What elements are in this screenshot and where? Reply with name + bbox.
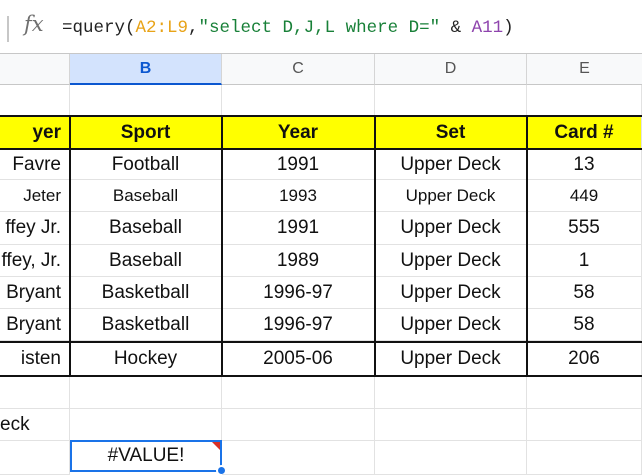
- table-cell-d4[interactable]: Upper Deck: [375, 180, 527, 212]
- formula-input[interactable]: =query(A2:L9,"select D,J,L where D=" & A…: [62, 18, 514, 38]
- table-cell-b3[interactable]: Football: [70, 150, 222, 180]
- error-indicator-icon: [212, 442, 220, 450]
- table-cell-e9[interactable]: 206: [527, 342, 642, 376]
- function-icon: fx: [24, 12, 44, 36]
- column-header-b[interactable]: B: [70, 54, 222, 85]
- cell-c1[interactable]: [222, 85, 375, 117]
- cell-e10[interactable]: [527, 377, 642, 409]
- table-cell-d7[interactable]: Upper Deck: [375, 277, 527, 309]
- cell-a12[interactable]: [0, 441, 70, 475]
- cell-d10[interactable]: [375, 377, 527, 409]
- formula-token: "select D,J,L where D=": [198, 18, 441, 38]
- formula-token: A2:L9: [135, 18, 189, 38]
- table-cell-a3[interactable]: Favre: [0, 150, 70, 180]
- table-cell-c3[interactable]: 1991: [222, 150, 375, 180]
- column-divider: [374, 115, 376, 377]
- table-cell-c8[interactable]: 1996-97: [222, 309, 375, 341]
- table-cell-b4[interactable]: Baseball: [70, 180, 222, 212]
- table-cell-b9[interactable]: Hockey: [70, 342, 222, 376]
- cell-e12[interactable]: [527, 441, 642, 475]
- formula-token: A11: [471, 18, 504, 38]
- cell-b10[interactable]: [70, 377, 222, 409]
- column-header-c[interactable]: C: [222, 54, 375, 85]
- table-cell-a7[interactable]: Bryant: [0, 277, 70, 309]
- table-header-e[interactable]: Card #: [527, 117, 642, 149]
- column-divider: [526, 115, 528, 377]
- cell-c10[interactable]: [222, 377, 375, 409]
- cell-c12[interactable]: [222, 441, 375, 475]
- table-cell-a6[interactable]: ffey, Jr.: [0, 245, 70, 277]
- formula-token: =query(: [62, 18, 136, 38]
- cell-d1[interactable]: [375, 85, 527, 117]
- table-cell-a5[interactable]: ffey Jr.: [0, 212, 70, 245]
- table-cell-c4[interactable]: 1993: [222, 180, 375, 212]
- table-cell-b6[interactable]: Baseball: [70, 245, 222, 277]
- table-header-a[interactable]: yer: [0, 117, 70, 149]
- cell-d12[interactable]: [375, 441, 527, 475]
- table-cell-c9[interactable]: 2005-06: [222, 342, 375, 376]
- cell-e11[interactable]: [527, 409, 642, 441]
- column-divider: [221, 115, 223, 377]
- table-cell-a8[interactable]: Bryant: [0, 309, 70, 341]
- selected-cell-b12[interactable]: #VALUE!: [70, 440, 222, 472]
- cell-e1[interactable]: [527, 85, 642, 117]
- table-cell-d3[interactable]: Upper Deck: [375, 150, 527, 180]
- table-cell-a9[interactable]: isten: [0, 342, 70, 376]
- table-cell-e6[interactable]: 1: [527, 245, 642, 277]
- table-cell-d9[interactable]: Upper Deck: [375, 342, 527, 376]
- table-cell-b7[interactable]: Basketball: [70, 277, 222, 309]
- table-header-c[interactable]: Year: [222, 117, 375, 149]
- table-cell-e5[interactable]: 555: [527, 212, 642, 245]
- table-cell-e8[interactable]: 58: [527, 309, 642, 341]
- table-cell-d6[interactable]: Upper Deck: [375, 245, 527, 277]
- row-divider: [0, 341, 642, 343]
- table-header-d[interactable]: Set: [375, 117, 527, 149]
- cell-a1[interactable]: [0, 85, 70, 117]
- column-header-a[interactable]: [0, 54, 70, 85]
- table-cell-b5[interactable]: Baseball: [70, 212, 222, 245]
- table-cell-e4[interactable]: 449: [527, 180, 642, 212]
- cell-b1[interactable]: [70, 85, 222, 117]
- cell-d11[interactable]: [375, 409, 527, 441]
- formula-token: ,: [188, 18, 199, 38]
- table-cell-b8[interactable]: Basketball: [70, 309, 222, 341]
- table-cell-e3[interactable]: 13: [527, 150, 642, 180]
- column-header-e[interactable]: E: [527, 54, 642, 85]
- column-header-d[interactable]: D: [375, 54, 527, 85]
- table-header-b[interactable]: Sport: [70, 117, 222, 149]
- table-cell-c5[interactable]: 1991: [222, 212, 375, 245]
- cell-a10[interactable]: [0, 377, 70, 409]
- table-cell-e7[interactable]: 58: [527, 277, 642, 309]
- formula-token: &: [440, 18, 472, 38]
- formula-token: ): [503, 18, 514, 38]
- column-divider: [69, 115, 71, 377]
- cell-c11[interactable]: [222, 409, 375, 441]
- header-row-divider: [0, 148, 642, 150]
- table-cell-c6[interactable]: 1989: [222, 245, 375, 277]
- table-cell-d5[interactable]: Upper Deck: [375, 212, 527, 245]
- table-cell-a4[interactable]: Jeter: [0, 180, 70, 212]
- table-cell-c7[interactable]: 1996-97: [222, 277, 375, 309]
- table-cell-d8[interactable]: Upper Deck: [375, 309, 527, 341]
- formula-bar-divider: [7, 16, 9, 42]
- cell-a11[interactable]: eck: [0, 409, 70, 441]
- cell-b11[interactable]: [70, 409, 222, 441]
